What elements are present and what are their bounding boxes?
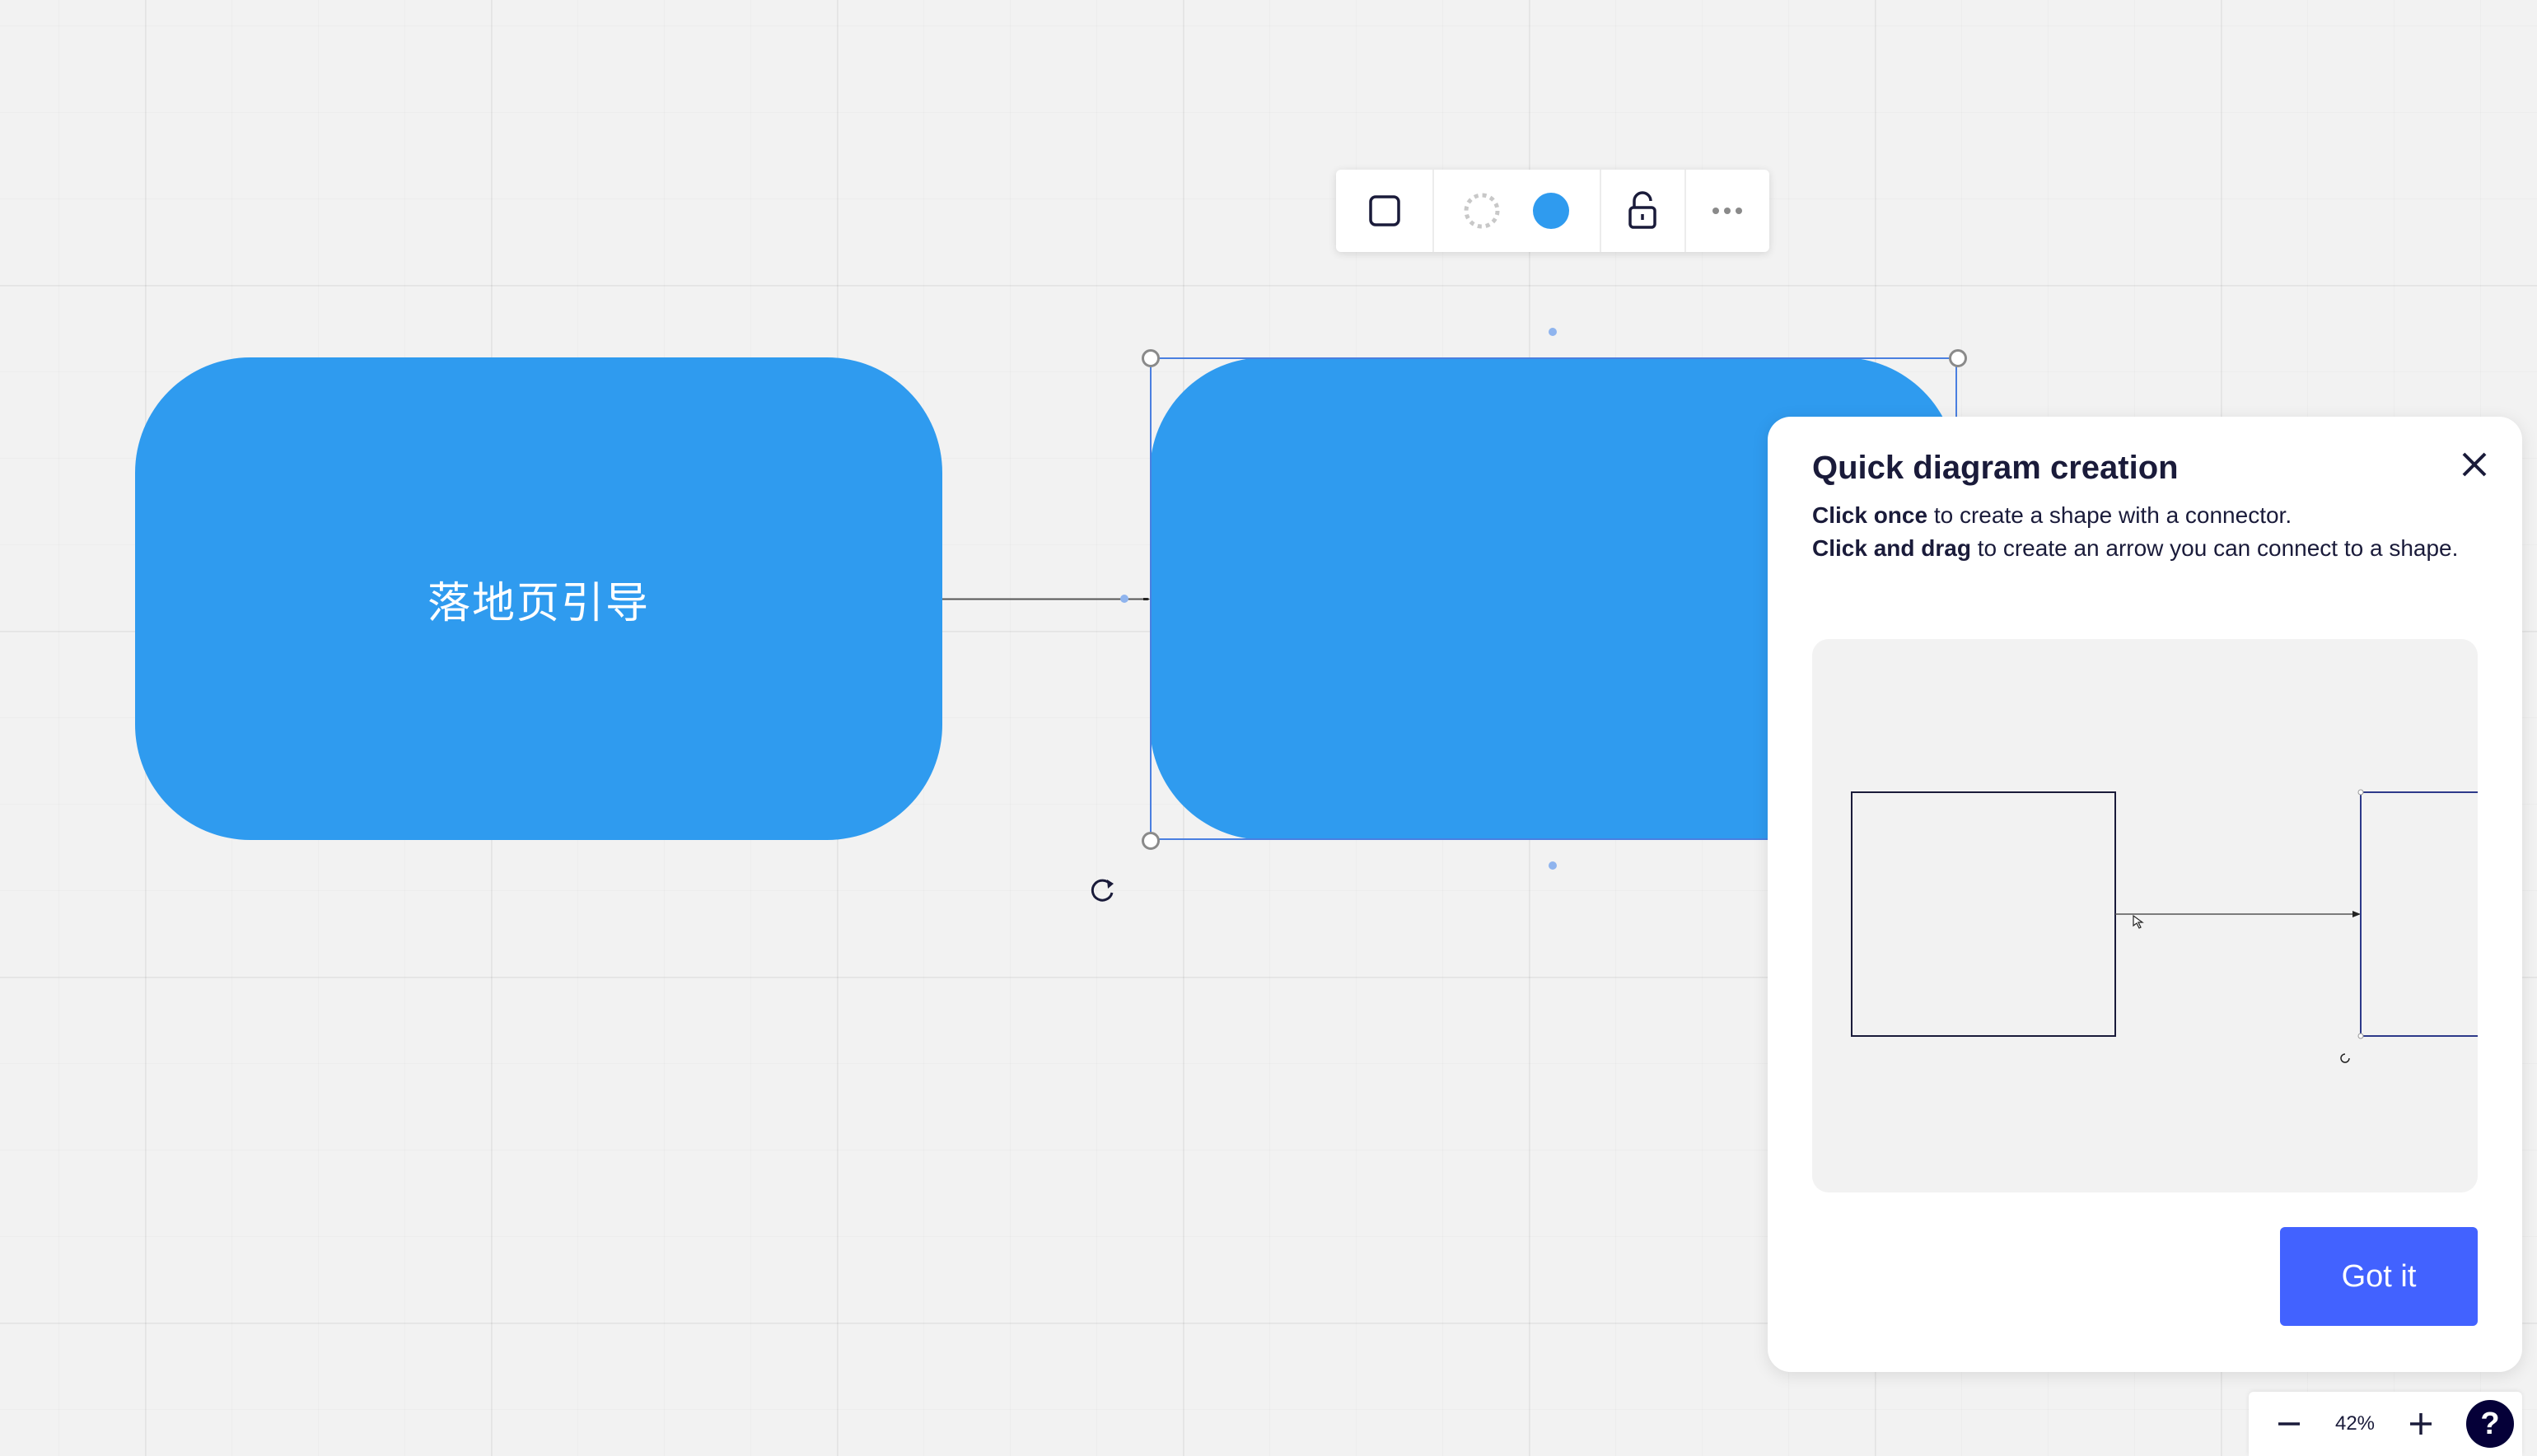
resize-handle-top-right[interactable] [1949,349,1967,367]
diagram-demo-illustration [1851,789,2478,1063]
fill-color-icon[interactable] [1531,191,1571,231]
plus-icon [2410,1413,2432,1435]
shape-icon [1368,195,1400,226]
style-buttons-group [1434,170,1601,252]
tip-instruction-drag: Click and drag to create an arrow you ca… [1812,532,2471,565]
resize-handle-bottom-left[interactable] [1142,832,1160,850]
close-icon [2462,452,2487,477]
border-style-icon[interactable] [1462,191,1502,231]
tip-instruction-text: to create an arrow you can connect to a … [1970,535,2459,561]
tip-title: Quick diagram creation [1812,450,2179,486]
shape-type-button[interactable] [1336,170,1435,252]
tip-instruction-text: to create a shape with a connector. [1927,502,2292,528]
zoom-controls: 42% ? [2249,1392,2522,1456]
more-icon [1712,208,1743,214]
connector-arrow[interactable] [942,598,1150,600]
shape-landing-page-guide[interactable]: 落地页引导 [135,357,942,840]
shape-context-toolbar [1336,170,1769,252]
help-button[interactable]: ? [2466,1400,2514,1448]
tip-illustration [1812,639,2478,1192]
connection-point-bottom[interactable] [1549,861,1557,870]
unlock-icon [1628,191,1656,229]
close-button[interactable] [2451,441,2497,488]
zoom-in-button[interactable] [2392,1395,2450,1453]
more-options-button[interactable] [1686,170,1769,252]
tip-instruction-bold: Click once [1812,502,1928,528]
zoom-level[interactable]: 42% [2318,1412,2392,1435]
shape-label: 落地页引导 [427,578,650,628]
connector-midpoint[interactable] [1120,595,1128,603]
resize-handle-top-left[interactable] [1142,349,1160,367]
lock-button[interactable] [1601,170,1686,252]
zoom-out-button[interactable] [2260,1395,2318,1453]
rotate-icon[interactable] [1086,873,1119,906]
connection-point-top[interactable] [1549,328,1557,336]
tip-instruction-click: Click once to create a shape with a conn… [1812,499,2471,532]
quick-diagram-tip-panel: Quick diagram creation Click once to cre… [1768,417,2522,1372]
got-it-button[interactable]: Got it [2280,1227,2478,1326]
tip-instruction-bold: Click and drag [1812,535,1971,561]
minus-icon [2278,1422,2300,1426]
